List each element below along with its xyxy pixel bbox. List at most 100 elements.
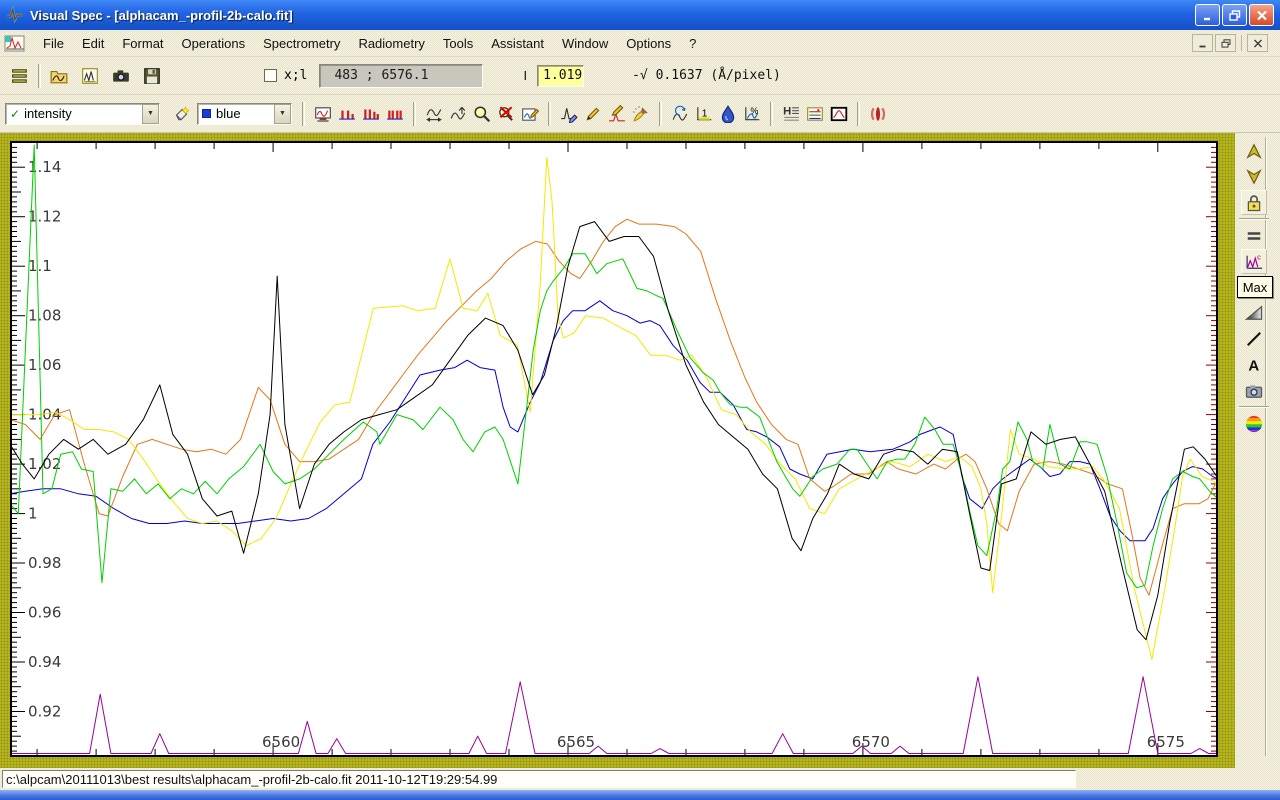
eraser-icon[interactable] [169,102,193,126]
max-tooltip: Max [1237,276,1273,298]
close-button[interactable] [1249,4,1274,26]
main-toolbar: x;l 483 ; 6576.1 I 1.019 -√ 0.1637 (Å/pi… [0,57,1280,95]
camera2-icon[interactable] [1241,378,1267,403]
series-select[interactable]: ✓ intensity ▼ [5,103,160,125]
speaker-icon[interactable] [866,102,890,126]
shift-up-icon[interactable] [446,102,470,126]
window-bottom-edge [0,790,1280,800]
chart-file-icon[interactable] [78,64,102,88]
arrow-up-icon[interactable] [1241,138,1267,163]
menu-format[interactable]: Format [113,32,172,55]
toolbar-separator [38,64,41,88]
color-select-value: blue [216,106,241,121]
svg-text:1.1: 1.1 [28,257,52,275]
save-icon[interactable] [140,64,164,88]
main-area: 0.920.940.960.9811.021.041.061.081.11.12… [0,133,1280,768]
chart-one-icon[interactable]: 1 [692,102,716,126]
svg-text:A: A [1248,357,1259,374]
profiles-icon[interactable] [8,64,32,88]
svg-text:c: c [1257,252,1261,261]
svg-text:0.98: 0.98 [28,554,61,572]
svg-text:1: 1 [28,505,38,523]
menu-spectrometry[interactable]: Spectrometry [254,32,349,55]
title-bar: Visual Spec - [alphacam_-profil-2b-calo.… [0,0,1280,30]
check-icon: ✓ [10,107,20,121]
toolbar-separator [548,102,551,126]
color-select[interactable]: blue ▼ [197,103,292,125]
rotate-curve-icon[interactable] [668,102,692,126]
mdi-separator [1241,35,1242,51]
minimize-button[interactable] [1195,4,1220,26]
line-tool-icon[interactable] [1241,326,1267,351]
coordinate-mode-checkbox[interactable] [264,69,277,82]
svg-text:6570: 6570 [852,733,890,751]
menu-help[interactable]: ? [680,32,705,55]
cursor-position-readout: 483 ; 6576.1 [319,64,483,88]
status-bar: c:\alpcam\20111013\best results\alphacam… [0,768,1280,790]
chevron-down-icon[interactable]: ▼ [274,104,291,124]
display-curve-icon[interactable] [311,102,335,126]
chart-c-icon[interactable]: c [1241,249,1267,274]
window-title: Visual Spec - [alphacam_-profil-2b-calo.… [30,8,293,23]
bars-c-icon[interactable] [383,102,407,126]
menu-assistant[interactable]: Assistant [482,32,553,55]
pencil-icon[interactable] [581,102,605,126]
spike-pen-icon[interactable] [557,102,581,126]
rainbow-icon[interactable] [1241,411,1267,436]
menu-tools[interactable]: Tools [434,32,482,55]
svg-text:0.94: 0.94 [28,653,61,671]
menu-operations[interactable]: Operations [173,32,255,55]
menu-file[interactable]: File [34,32,73,55]
stretch-x-icon[interactable] [422,102,446,126]
mdi-close-button[interactable] [1247,34,1268,52]
arrow-down-icon[interactable] [1241,164,1267,189]
letter-a-icon[interactable]: A [1241,352,1267,377]
chart-frame: 0.920.940.960.9811.021.041.061.081.11.12… [0,133,1235,768]
menu-bar: FileEditFormatOperationsSpectrometryRadi… [0,30,1280,57]
menu-radiometry[interactable]: Radiometry [349,32,433,55]
toolbar-separator [659,102,662,126]
spectrum-plot[interactable]: 0.920.940.960.9811.021.041.061.081.11.12… [10,141,1218,757]
brush-icon[interactable] [629,102,653,126]
restore-button[interactable] [1222,4,1247,26]
zoom-remove-icon[interactable] [494,102,518,126]
chevron-down-icon[interactable]: ▼ [142,104,159,124]
bars-a-icon[interactable] [335,102,359,126]
file-path-text: c:\alpcam\20111013\best results\alphacam… [6,772,497,787]
chart-percent-icon[interactable]: % [740,102,764,126]
mdi-minimize-button[interactable] [1192,34,1213,52]
menu-options[interactable]: Options [617,32,680,55]
water-drop-icon[interactable] [716,102,740,126]
equals-icon[interactable] [1241,223,1267,248]
menu-window[interactable]: Window [553,32,617,55]
app-logo-icon [6,6,24,24]
camera-icon[interactable] [109,64,133,88]
gradient-icon[interactable] [1241,300,1267,325]
bars-b-icon[interactable] [359,102,383,126]
svg-text:0.92: 0.92 [28,703,61,721]
dispersion-readout: -√ 0.1637 (Å/pixel) [632,68,781,83]
intensity-value: 1.019 [543,68,582,83]
pencil-spike-icon[interactable] [605,102,629,126]
svg-text:1.06: 1.06 [28,356,61,374]
svg-text:1: 1 [702,108,708,119]
header-list-icon[interactable]: H [779,102,803,126]
intensity-readout-label: I [523,68,527,83]
framed-curve-icon[interactable] [827,102,851,126]
coordinate-mode-label: x;l [284,68,307,83]
dispersion-value: 0.1637 (Å/pixel) [656,68,781,83]
open-curve-icon[interactable] [47,64,71,88]
intensity-readout: 1.019 [537,65,584,87]
lock-icon[interactable] [1241,190,1267,215]
zoom-icon[interactable] [470,102,494,126]
mdi-restore-button[interactable] [1215,34,1236,52]
document-chart-icon [4,35,26,52]
edit-chart-icon[interactable] [518,102,542,126]
svg-text:6565: 6565 [557,733,595,751]
color-swatch-icon [202,109,211,118]
series-select-value: intensity [24,106,72,121]
toolbar-separator [413,102,416,126]
menu-edit[interactable]: Edit [73,32,113,55]
status-path-field: c:\alpcam\20111013\best results\alphacam… [2,770,1076,788]
chart-lines-icon[interactable] [803,102,827,126]
